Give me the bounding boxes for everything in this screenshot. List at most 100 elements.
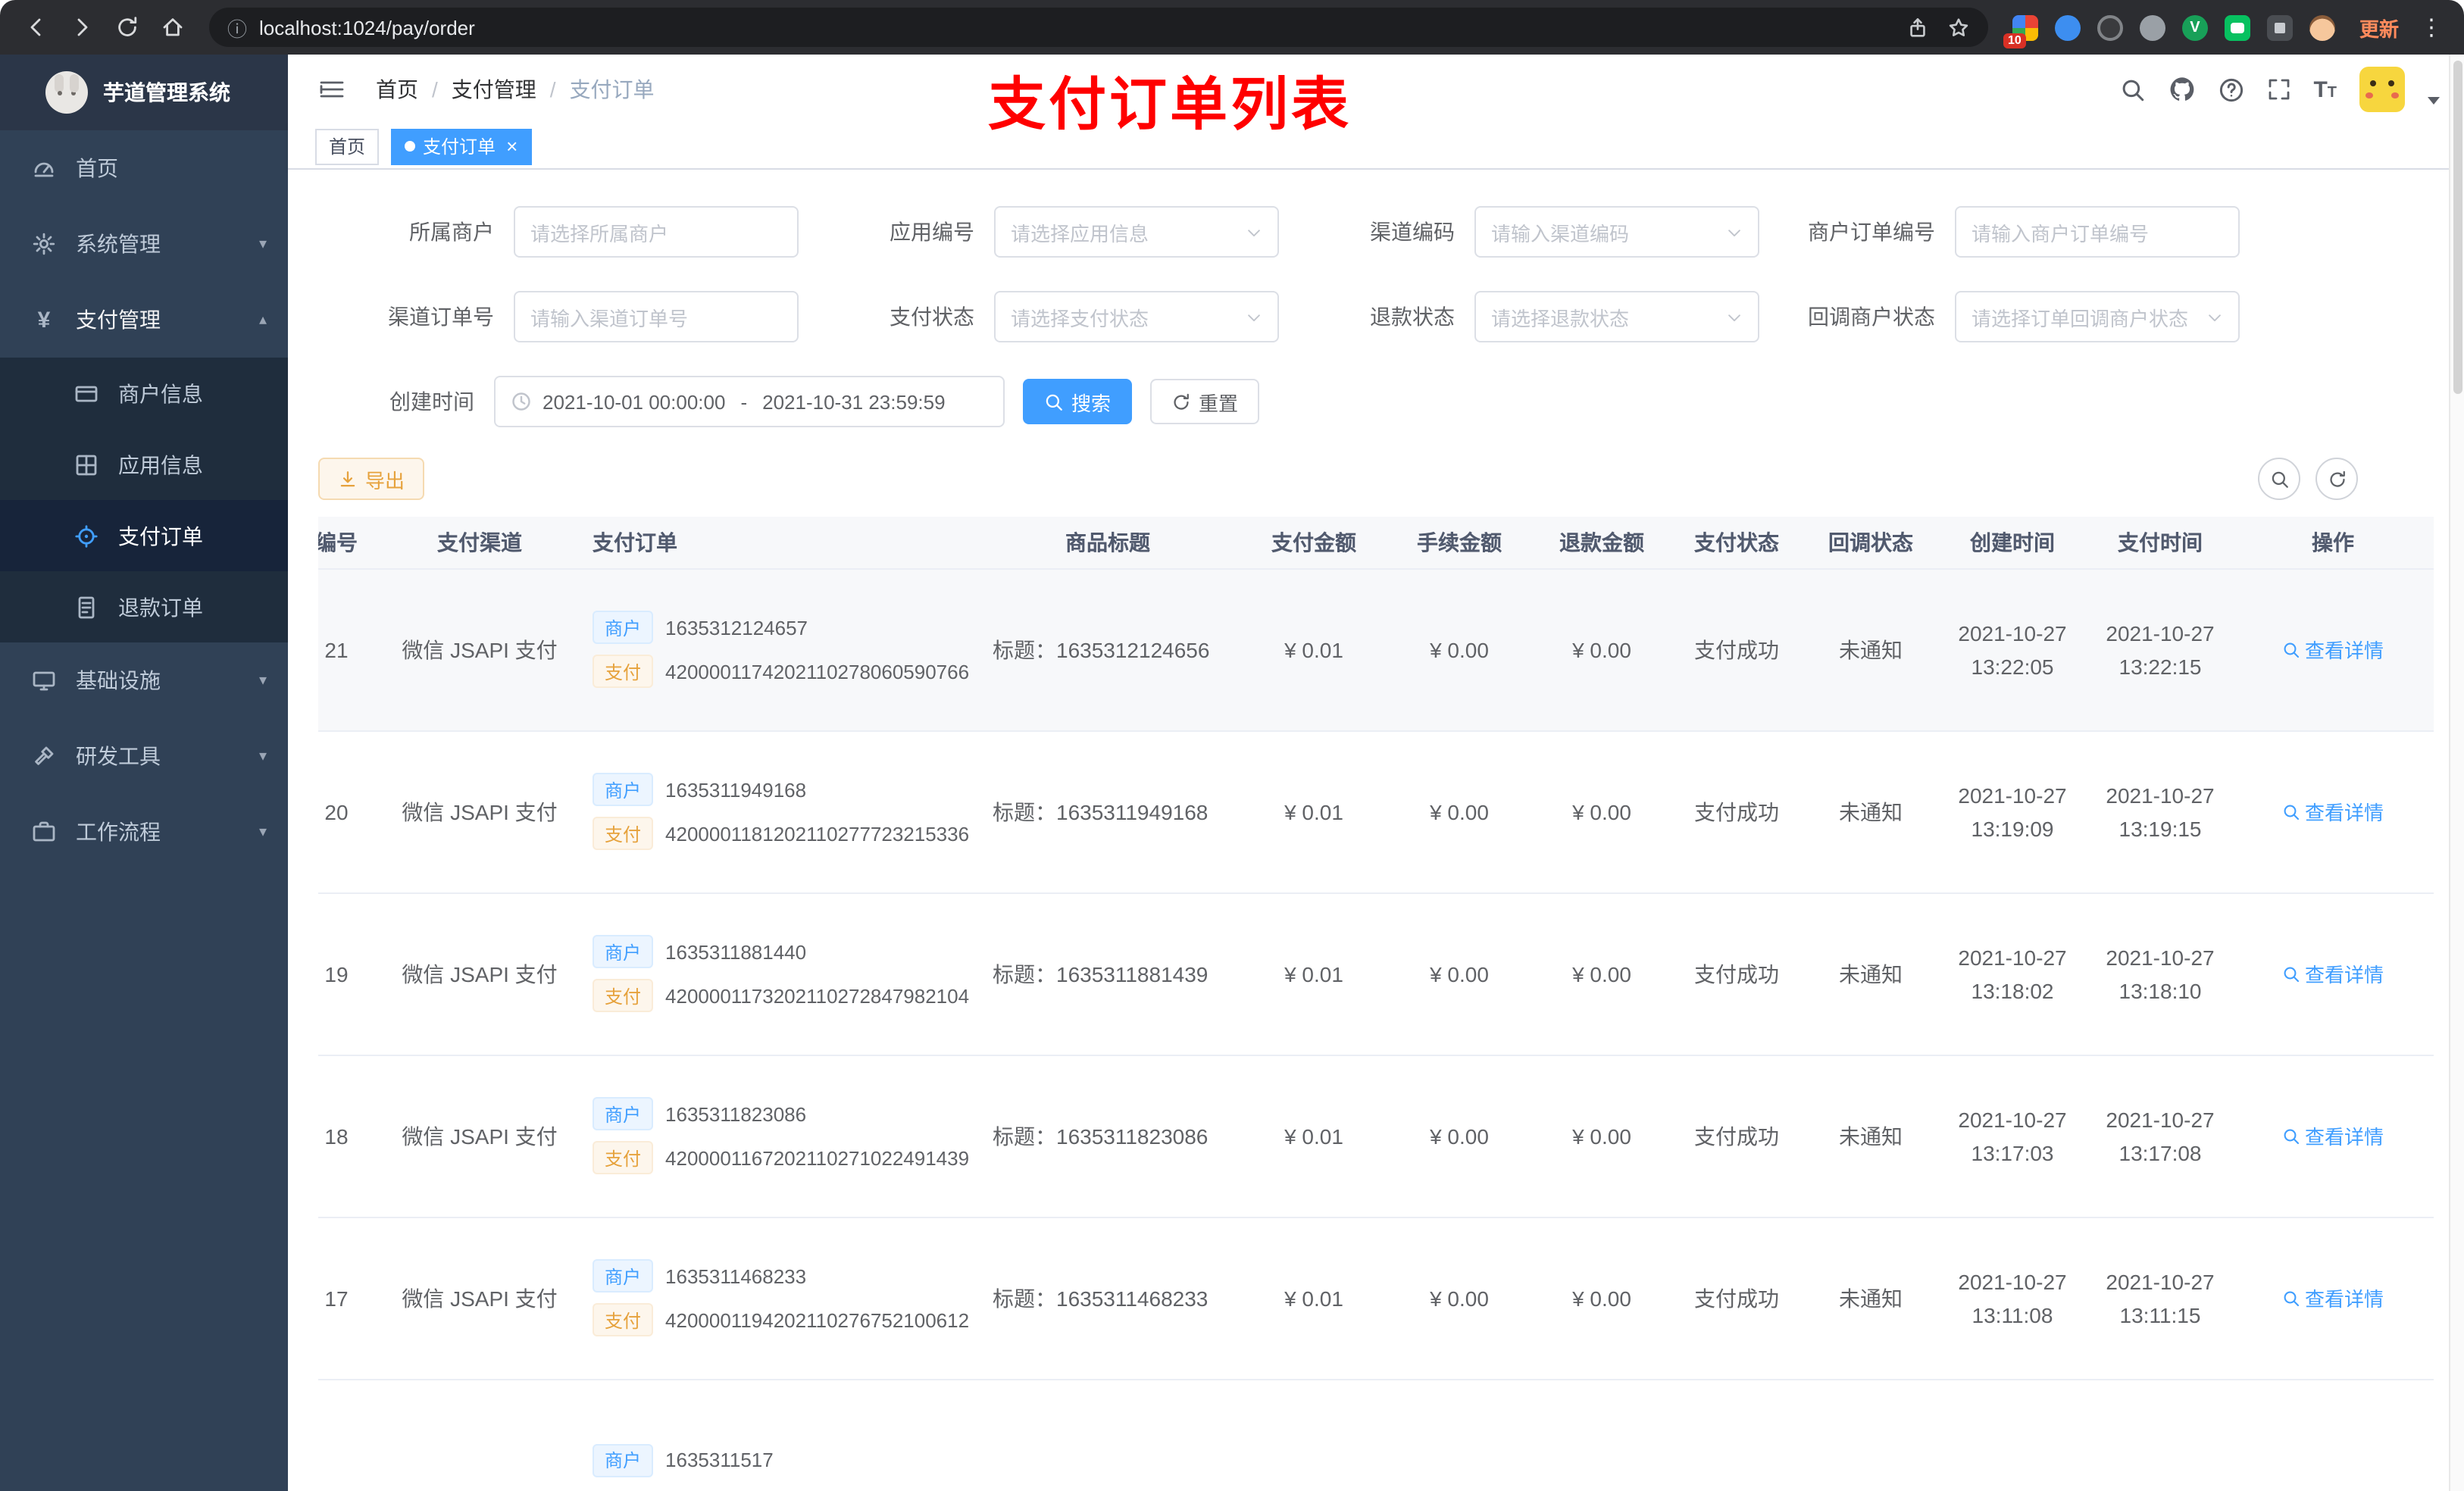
dark-puzzle-extension-icon[interactable]: [2266, 14, 2293, 40]
view-detail-link[interactable]: 查看详情: [2282, 797, 2384, 826]
channel-order-no-filter-input[interactable]: 请输入渠道订单号: [514, 291, 799, 342]
create-time-cell: 2021-10-27 13:17:03: [1937, 1055, 2088, 1217]
fee-amount-cell: ¥ 0.00: [1384, 730, 1535, 893]
page-scrollbar[interactable]: [2449, 55, 2464, 1491]
sidebar-item-dev-tools[interactable]: 研发工具 ▾: [0, 718, 288, 794]
column-header: 支付渠道: [385, 517, 574, 569]
notify-status-filter-select[interactable]: 请选择订单回调商户状态: [1955, 291, 2240, 342]
sidebar-item-payment[interactable]: ¥ 支付管理 ▴: [0, 282, 288, 358]
pay-tag: 支付: [593, 655, 654, 688]
merchant-order-no: 1635311517: [665, 1449, 774, 1471]
date-separator: -: [740, 390, 748, 413]
chevron-down-icon: [1248, 314, 1260, 321]
extension-badge: 10: [2003, 33, 2026, 48]
sidebar-item-system[interactable]: 系统管理 ▾: [0, 206, 288, 282]
pay-amount-cell: ¥ 0.01: [1244, 1217, 1384, 1380]
merchant-filter-input[interactable]: 请选择所属商户: [514, 206, 799, 258]
merchant-order-no-filter-input[interactable]: 请输入商户订单编号: [1955, 206, 2240, 258]
green-v-extension-icon[interactable]: V: [2181, 14, 2208, 40]
column-header: 回调状态: [1805, 517, 1937, 569]
bookmark-star-icon[interactable]: [1947, 16, 1970, 39]
site-info-icon[interactable]: ⓘ: [227, 13, 247, 42]
colorful-extension-icon[interactable]: 10: [2003, 14, 2038, 48]
create-time-range-input[interactable]: 2021-10-01 00:00:00 - 2021-10-31 23:59:5…: [494, 376, 1005, 427]
pay-amount-cell: ¥ 0.01: [1244, 892, 1384, 1055]
sidebar-item-workflow[interactable]: 工作流程 ▾: [0, 794, 288, 870]
merchant-order-no: 1635311823086: [665, 1102, 807, 1125]
refresh-table-button[interactable]: [2315, 458, 2358, 500]
pay-status-cell: 支付成功: [1668, 1217, 1805, 1380]
tab-pay-order[interactable]: 支付订单 ×: [391, 128, 532, 164]
address-bar[interactable]: ⓘ localhost:1024/pay/order: [209, 8, 1988, 47]
caret-down-icon[interactable]: [2428, 96, 2440, 104]
pay-order-cell: 商户 1635311517: [574, 1379, 971, 1491]
reload-button[interactable]: [106, 6, 149, 48]
column-header: 操作: [2232, 517, 2434, 569]
table-row-partial: 商户 1635311517: [318, 1379, 2434, 1491]
refund-amount-cell: ¥ 0.00: [1535, 1055, 1668, 1217]
chrome-update-button[interactable]: 更新: [2347, 8, 2411, 46]
github-icon[interactable]: [2168, 76, 2195, 103]
sidebar-item-label: 支付管理: [76, 308, 161, 332]
tab-home[interactable]: 首页: [315, 128, 380, 164]
breadcrumb-home[interactable]: 首页: [376, 74, 418, 105]
pay-status-cell: 支付成功: [1668, 568, 1805, 731]
order-id-cell: 21: [318, 568, 385, 731]
memoji-icon[interactable]: [2309, 14, 2335, 40]
page-content: 所属商户 请选择所属商户 应用编号 请选择应用信息 渠道编码 请输入渠道编码 商…: [288, 170, 2464, 1491]
font-size-icon[interactable]: TT: [2313, 78, 2337, 101]
pay-amount-cell: ¥ 0.01: [1244, 730, 1384, 893]
refund-status-filter-select[interactable]: 请选择退款状态: [1474, 291, 1759, 342]
sidebar-item-pay-order[interactable]: 支付订单: [0, 500, 288, 571]
reset-button[interactable]: 重置: [1150, 379, 1260, 424]
view-detail-link[interactable]: 查看详情: [2282, 1121, 2384, 1150]
breadcrumb-separator: /: [549, 77, 556, 102]
breadcrumb-payment[interactable]: 支付管理: [452, 74, 536, 105]
green-chat-extension-icon[interactable]: [2224, 14, 2250, 40]
sidebar-item-infrastructure[interactable]: 基础设施 ▾: [0, 642, 288, 718]
dark-ring-extension-icon[interactable]: [2097, 14, 2123, 40]
sidebar-item-refund-order[interactable]: 退款订单: [0, 571, 288, 642]
search-icon: [2284, 1128, 2300, 1144]
channel-code-filter-select[interactable]: 请输入渠道编码: [1474, 206, 1759, 258]
view-detail-link[interactable]: 查看详情: [2282, 959, 2384, 988]
table-row: 21 微信 JSAPI 支付 商户 1635312124657 支付 42000…: [318, 568, 2434, 731]
help-icon[interactable]: [2218, 77, 2244, 102]
order-id-cell: 19: [318, 892, 385, 1055]
breadcrumb-current: 支付订单: [569, 77, 655, 102]
merchant-tag: 商户: [593, 611, 654, 644]
search-button[interactable]: 搜索: [1023, 379, 1133, 424]
gray-extension-icon[interactable]: [2139, 14, 2165, 40]
column-header: 创建时间: [1937, 517, 2088, 569]
view-detail-link[interactable]: 查看详情: [2282, 1283, 2384, 1312]
pay-order-cell: 商户 1635311468233 支付 42000011942021102767…: [574, 1217, 971, 1380]
url-text[interactable]: localhost:1024/pay/order: [259, 16, 1894, 39]
share-icon[interactable]: [1906, 16, 1929, 39]
sidebar-item-label: 基础设施: [76, 668, 161, 692]
merchant-order-no-filter-label: 商户订单编号: [1808, 220, 1935, 244]
product-title-cell: 标题：1635311949168: [971, 730, 1244, 893]
search-icon[interactable]: [2119, 77, 2145, 102]
back-button[interactable]: [15, 6, 58, 48]
forward-button[interactable]: [61, 6, 103, 48]
browser-menu-icon[interactable]: ⋮: [2414, 14, 2449, 41]
collapse-sidebar-button[interactable]: [312, 71, 352, 108]
refund-amount-cell: ¥ 0.00: [1535, 730, 1668, 893]
home-button[interactable]: [152, 6, 194, 48]
close-tab-icon[interactable]: ×: [506, 136, 518, 156]
export-button[interactable]: 导出: [318, 458, 425, 500]
sidebar-item-merchant-info[interactable]: 商户信息: [0, 358, 288, 429]
sidebar-item-app-info[interactable]: 应用信息: [0, 429, 288, 500]
pay-status-filter-select[interactable]: 请选择支付状态: [994, 291, 1279, 342]
user-avatar[interactable]: [2359, 67, 2405, 112]
chevron-down-icon: [1248, 229, 1260, 236]
app-id-filter-select[interactable]: 请选择应用信息: [994, 206, 1279, 258]
app-title: 芋道管理系统: [103, 80, 230, 105]
refund-amount-cell: ¥ 0.00: [1535, 892, 1668, 1055]
view-detail-link[interactable]: 查看详情: [2282, 635, 2384, 664]
sidebar-item-home[interactable]: 首页: [0, 130, 288, 206]
blue-drop-extension-icon[interactable]: [2054, 14, 2081, 40]
merchant-order-no: 1635311881440: [665, 940, 807, 963]
toggle-search-button[interactable]: [2258, 458, 2300, 500]
fullscreen-icon[interactable]: [2266, 77, 2290, 102]
